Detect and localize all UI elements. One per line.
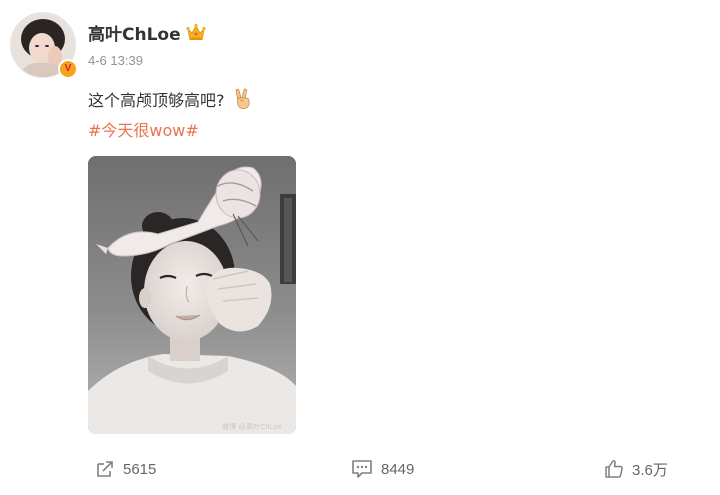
hashtag-link[interactable]: #今天很wow#	[88, 117, 199, 141]
comment-button[interactable]: 8449	[351, 458, 414, 480]
repost-count: 5615	[123, 460, 157, 478]
like-count: 3.6万	[632, 461, 668, 479]
avatar[interactable]: V	[10, 12, 78, 79]
thumbs-up-icon	[604, 459, 624, 479]
post-text-row: 这个高颅顶够高吧?	[88, 88, 253, 110]
post-text: 这个高颅顶够高吧?	[88, 91, 225, 110]
like-button[interactable]: 3.6万	[604, 458, 668, 480]
weibo-post: V 高叶ChLoe 4-6 13:39 这个高颅顶够高吧? #今天很wow# 微…	[0, 0, 720, 495]
comment-count: 8449	[381, 460, 415, 478]
author-row: 高叶ChLoe	[88, 20, 206, 45]
comment-icon	[351, 459, 373, 479]
author-name[interactable]: 高叶ChLoe	[88, 20, 181, 45]
post-image[interactable]: 微博 @高叶ChLoe	[88, 156, 296, 434]
repost-icon	[95, 459, 115, 479]
victory-hand-icon	[233, 88, 253, 110]
image-watermark: 微博 @高叶ChLoe	[222, 424, 282, 431]
verified-badge-icon: V	[58, 59, 78, 79]
repost-button[interactable]: 5615	[95, 458, 156, 480]
crown-icon	[186, 23, 206, 41]
post-timestamp[interactable]: 4-6 13:39	[88, 53, 143, 68]
